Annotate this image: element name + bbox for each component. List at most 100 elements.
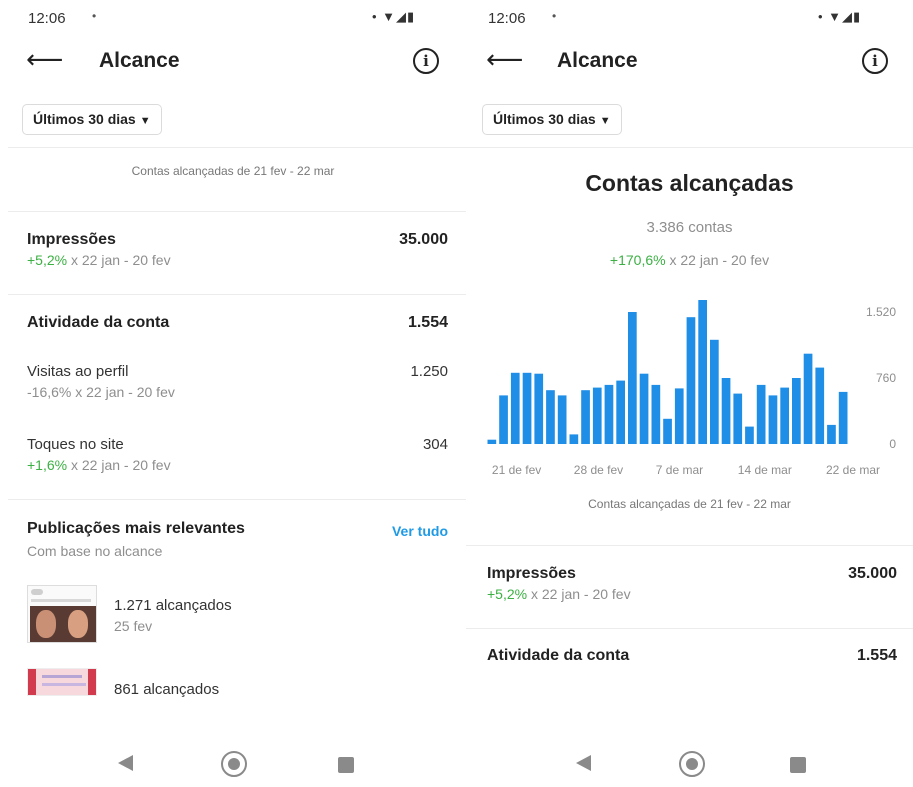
account-activity-title: Atividade da conta xyxy=(487,647,630,664)
site-taps-change: +1,6% x 22 jan - 20 fev xyxy=(27,457,171,473)
profile-visits-change: -16,6% x 22 jan - 20 fev xyxy=(27,384,175,400)
page-title: Alcance xyxy=(99,49,180,72)
account-activity-title: Atividade da conta xyxy=(27,314,170,331)
chevron-down-icon: ▼ xyxy=(599,115,611,127)
info-icon[interactable]: i xyxy=(413,48,439,74)
impressions-change: +5,2% x 22 jan - 20 fev xyxy=(487,586,631,602)
impressions-compare: x 22 jan - 20 fev xyxy=(527,586,631,602)
site-taps-value: 304 xyxy=(422,436,448,453)
status-icons: • ▼◢▮ xyxy=(818,9,862,24)
system-nav-bar xyxy=(466,745,913,787)
chart-bar xyxy=(698,300,707,444)
divider xyxy=(8,294,466,295)
thumbnail-detail xyxy=(88,669,96,695)
site-taps-label: Toques no site xyxy=(27,436,124,453)
chart-bar xyxy=(534,373,544,444)
chart-bar xyxy=(815,367,825,444)
range-caption: Contas alcançadas de 21 fev - 22 mar xyxy=(588,497,791,511)
chart-bar xyxy=(522,372,532,444)
chart-bar xyxy=(674,388,684,444)
chart-bar xyxy=(510,372,520,444)
period-dropdown[interactable]: Últimos 30 dias ▼ xyxy=(482,104,622,135)
nav-back-icon[interactable] xyxy=(118,755,133,771)
top-posts-subtitle: Com base no alcance xyxy=(27,543,163,559)
nav-recents-icon[interactable] xyxy=(338,757,354,773)
chart-bar xyxy=(628,312,637,444)
status-time: 12:06 xyxy=(28,10,66,27)
chart-bar xyxy=(721,378,731,444)
header: ⟵ Alcance i xyxy=(466,40,913,84)
reach-bar-chart: 1.520 760 0 21 de fev 28 de fev 7 de mar 14 de… xyxy=(487,300,896,477)
profile-visits-label: Visitas ao perfil xyxy=(27,363,129,380)
impressions-value: 35.000 xyxy=(848,565,897,582)
chart-bar xyxy=(780,387,789,444)
thumbnail-detail xyxy=(31,589,43,595)
chart-bar xyxy=(604,384,614,444)
see-all-link[interactable]: Ver tudo xyxy=(392,523,448,539)
thumbnail-detail xyxy=(42,675,82,678)
reach-count: 3.386 contas xyxy=(646,219,733,236)
post-date: 25 fev xyxy=(114,618,153,634)
account-activity-value: 1.554 xyxy=(407,314,448,331)
info-icon[interactable]: i xyxy=(862,48,888,74)
chart-bar xyxy=(557,395,567,444)
period-dropdown[interactable]: Últimos 30 dias ▼ xyxy=(22,104,162,135)
thumbnail-detail xyxy=(42,683,86,686)
back-arrow-icon[interactable]: ⟵ xyxy=(26,44,63,74)
status-icons: • ▼◢▮ xyxy=(372,9,416,24)
period-dropdown-label: Últimos 30 dias xyxy=(33,111,136,127)
chart-bar xyxy=(663,418,672,444)
status-time: 12:06 xyxy=(488,10,526,27)
reach-compare: x 22 jan - 20 fev xyxy=(665,252,770,268)
chart-bar xyxy=(569,434,579,444)
divider xyxy=(466,545,913,546)
y-tick-label: 760 xyxy=(876,371,896,385)
chart-bar xyxy=(639,373,649,444)
system-nav-bar xyxy=(0,745,466,787)
thumbnail-detail xyxy=(68,610,88,638)
top-posts-title: Publicações mais relevantes xyxy=(27,520,245,537)
chart-bar xyxy=(487,439,497,444)
back-arrow-icon[interactable]: ⟵ xyxy=(486,44,523,74)
chart-bar xyxy=(651,384,661,444)
divider xyxy=(8,147,466,148)
chart-bar xyxy=(499,395,508,444)
profile-visits-value: 1.250 xyxy=(410,363,448,380)
nav-home-icon[interactable] xyxy=(221,751,247,777)
period-dropdown-label: Últimos 30 dias xyxy=(493,111,596,127)
y-tick-label: 0 xyxy=(889,437,896,451)
chart-bar xyxy=(710,339,719,444)
impressions-change-percent: +5,2% xyxy=(27,252,68,268)
x-tick-label: 28 de fev xyxy=(574,463,623,477)
post-reach: 861 alcançados xyxy=(114,681,220,698)
chart-bar xyxy=(792,378,801,444)
chart-bar xyxy=(546,390,555,444)
range-caption: Contas alcançadas de 21 fev - 22 mar xyxy=(131,164,335,178)
status-bar: 12:06 • • ▼◢▮ xyxy=(0,0,466,36)
y-tick-label: 1.520 xyxy=(866,305,896,319)
nav-home-icon[interactable] xyxy=(679,751,705,777)
divider xyxy=(8,211,466,212)
divider xyxy=(466,147,913,148)
nav-recents-icon[interactable] xyxy=(790,757,806,773)
x-tick-label: 22 de mar xyxy=(826,463,880,477)
chart-bar xyxy=(733,393,743,444)
impressions-title: Impressões xyxy=(27,231,116,248)
status-dot: • xyxy=(92,9,97,23)
page-title: Alcance xyxy=(557,49,638,72)
site-taps-change-percent: +1,6% xyxy=(27,457,68,473)
site-taps-compare: x 22 jan - 20 fev xyxy=(67,457,171,473)
impressions-value: 35.000 xyxy=(399,231,448,248)
impressions-change: +5,2% x 22 jan - 20 fev xyxy=(27,252,171,268)
chart-bar xyxy=(592,387,602,444)
chart-bar xyxy=(581,390,590,444)
status-bar: 12:06 • • ▼◢▮ xyxy=(466,0,913,36)
x-tick-label: 7 de mar xyxy=(656,463,703,477)
status-dot: • xyxy=(552,9,557,23)
nav-back-icon[interactable] xyxy=(576,755,591,771)
impressions-change-percent: +5,2% xyxy=(487,586,528,602)
post-thumbnail[interactable] xyxy=(27,668,97,696)
reach-title: Contas alcançadas xyxy=(585,170,794,196)
account-activity-value: 1.554 xyxy=(856,647,897,664)
post-thumbnail[interactable] xyxy=(27,585,97,643)
